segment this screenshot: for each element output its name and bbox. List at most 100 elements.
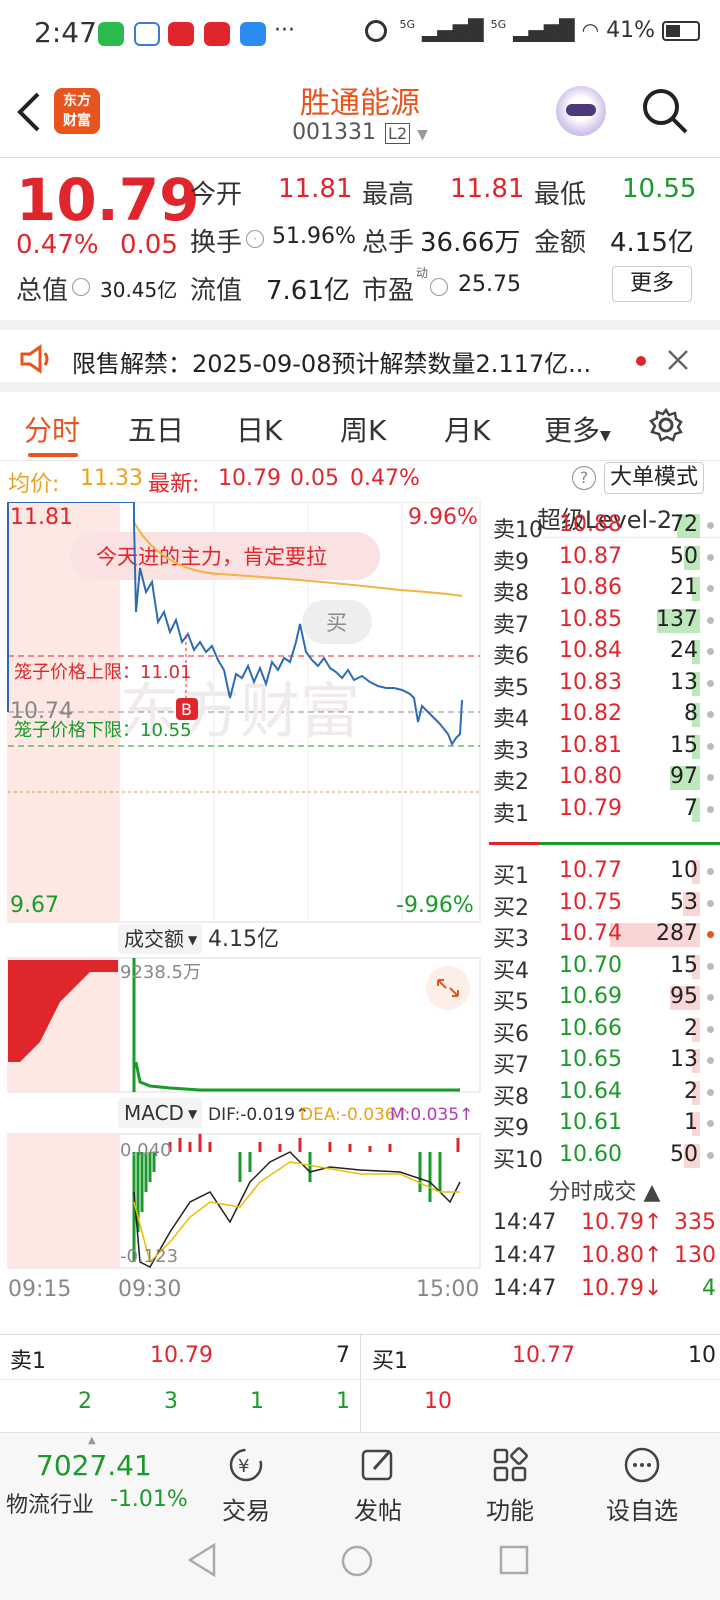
- bid-7-label: 买7: [493, 1053, 529, 1078]
- tab-monthly-k[interactable]: 月K: [444, 409, 490, 449]
- m-value: M:0.035↑: [390, 1105, 473, 1125]
- ask-7-price: 10.82: [559, 701, 622, 726]
- tab-daily-k[interactable]: 日K: [236, 409, 282, 449]
- tab-five-day[interactable]: 五日: [128, 409, 184, 449]
- ask-5-row[interactable]: 卖6 10.84 24: [489, 636, 720, 669]
- caret-up-icon: ▲: [643, 1180, 661, 1205]
- system-recents-icon[interactable]: [498, 1544, 530, 1576]
- search-icon[interactable]: [640, 86, 690, 136]
- volume-bars: [134, 1061, 460, 1092]
- bid-7-row[interactable]: 买7 10.65 13: [489, 1045, 720, 1078]
- latest-percent: 0.47%: [350, 466, 420, 491]
- ask-3-row[interactable]: 卖8 10.86 21: [489, 573, 720, 606]
- nav-trade[interactable]: ¥ 交易: [196, 1445, 296, 1526]
- bid-2-dot: [707, 899, 714, 907]
- bid-9-dot: [707, 1120, 714, 1127]
- bid-1-dot: [707, 868, 714, 875]
- bid-10-row[interactable]: 买10 10.60 50: [489, 1140, 720, 1173]
- top-price-label: 11.81: [10, 505, 73, 530]
- bid-1-row[interactable]: 买1 10.77 10: [489, 856, 720, 889]
- ask-4-dot: [707, 616, 714, 624]
- bid-1-volume: 10: [670, 858, 698, 883]
- buy1-price: 10.77: [512, 1343, 575, 1368]
- pe-label: 市盈: [362, 276, 415, 306]
- level2-orderbook[interactable]: 超级Level-2 卖10 10.88 72 卖9 10.87 50 卖8 10.86 21 卖7…: [489, 502, 720, 1322]
- macd-negative-bars: [132, 1152, 442, 1262]
- bid-5-dot: [707, 994, 714, 1001]
- ask-2-volume: 50: [670, 543, 698, 569]
- bottom-price-label: 9.67: [10, 893, 59, 918]
- ask-10-row[interactable]: 卖1 10.79 7: [489, 794, 720, 827]
- status-bar: 2:47 ··· 5G ▂▄▆█ 5G ▂▄▆█ ◠ 41%: [0, 0, 720, 66]
- alarm-icon: [364, 20, 387, 42]
- nav-add-watchlist[interactable]: 设自选: [592, 1445, 692, 1526]
- market-cap-value: 30.45亿: [100, 278, 178, 302]
- ticks-title-text: 分时成交: [548, 1180, 637, 1205]
- app-notification-icon-2: [204, 22, 230, 46]
- notice-bar[interactable]: 限售解禁：2025-09-08预计解禁数量2.117亿...: [0, 320, 720, 392]
- ask-6-row[interactable]: 卖5 10.83 13: [489, 668, 720, 701]
- robot-assistant-icon[interactable]: [556, 86, 606, 136]
- bid-4-row[interactable]: 买4 10.70 15: [489, 951, 720, 984]
- help-icon[interactable]: ?: [572, 466, 596, 490]
- bid-5-volume: 95: [670, 984, 698, 1009]
- big-order-mode-button[interactable]: 大单模式: [604, 462, 704, 494]
- ask-7-row[interactable]: 卖4 10.82 8: [489, 699, 720, 732]
- ask-9-row[interactable]: 卖2 10.80 97: [489, 762, 720, 795]
- buy-queue-1: 10: [424, 1389, 452, 1414]
- stock-code-row[interactable]: 001331 L2 ▼: [0, 120, 720, 145]
- trade-icon: ¥: [229, 1448, 263, 1482]
- system-back-icon[interactable]: [186, 1542, 218, 1578]
- ask-7-volume: 8: [684, 701, 698, 726]
- sector-index[interactable]: ▲ 7027.41 物流行业 -1.01%: [6, 1435, 196, 1519]
- ask-4-row[interactable]: 卖7 10.85 137: [489, 605, 720, 638]
- expand-icon[interactable]: [426, 966, 470, 1010]
- volume-caret-icon: ▼: [188, 933, 198, 947]
- ask-3-label: 卖8: [493, 581, 529, 606]
- nav-function[interactable]: 功能: [460, 1445, 560, 1526]
- bid-6-label: 买6: [493, 1021, 529, 1047]
- dif-line: [133, 1151, 461, 1268]
- macd-top-label: 0.040: [120, 1140, 172, 1161]
- nav-add-watchlist-label: 设自选: [606, 1497, 678, 1525]
- settings-gear-icon[interactable]: [648, 407, 684, 443]
- intraday-chart[interactable]: 东方财富 今天进的主力，肯定要拉 买 B 11.81 9.96% 10.74 笼…: [0, 502, 486, 1332]
- ask-9-volume: 97: [670, 764, 698, 789]
- info-icon[interactable]: ·: [246, 230, 264, 248]
- bid-8-row[interactable]: 买8 10.64 2: [489, 1077, 720, 1110]
- tab-intraday[interactable]: 分时: [24, 409, 80, 449]
- nav-post[interactable]: 发帖: [328, 1445, 428, 1526]
- ask-6-price: 10.83: [559, 669, 622, 695]
- tick-price: 10.80↑: [581, 1243, 663, 1268]
- sell1-label: 卖1: [10, 1349, 46, 1374]
- bid-6-row[interactable]: 买6 10.66 2: [489, 1014, 720, 1047]
- sell1-price: 10.79: [150, 1343, 213, 1368]
- more-button[interactable]: 更多: [612, 266, 692, 302]
- bid-5-row[interactable]: 买5 10.69 95: [489, 982, 720, 1015]
- close-icon[interactable]: [666, 348, 690, 372]
- bid-9-price: 10.61: [559, 1110, 622, 1135]
- bid-9-row[interactable]: 买9 10.61 1: [489, 1108, 720, 1141]
- ask-2-row[interactable]: 卖9 10.87 50: [489, 542, 720, 575]
- bid-2-row[interactable]: 买2 10.75 53: [489, 888, 720, 921]
- bid-7-price: 10.65: [559, 1047, 622, 1072]
- bid-8-volume: 2: [684, 1078, 698, 1104]
- info-icon-2[interactable]: [72, 278, 90, 296]
- ask-7-dot: [707, 711, 714, 718]
- low-value: 10.55: [622, 174, 697, 204]
- sell1-volume: 7: [336, 1343, 350, 1368]
- bid-3-row[interactable]: 买3 10.74 287: [489, 919, 720, 952]
- tick-volume: 4: [702, 1276, 716, 1301]
- ask-8-row[interactable]: 卖3 10.81 15: [489, 731, 720, 764]
- system-home-icon[interactable]: [340, 1544, 374, 1578]
- tab-weekly-k[interactable]: 周K: [340, 409, 386, 449]
- high-value: 11.81: [450, 174, 525, 204]
- pe-value: 25.75: [458, 272, 521, 297]
- ticks-title[interactable]: 分时成交 ▲: [489, 1174, 720, 1206]
- ask-1-row[interactable]: 卖10 10.88 72: [489, 510, 720, 543]
- info-icon-3[interactable]: [430, 278, 448, 296]
- stock-name[interactable]: 胜通能源: [0, 78, 720, 122]
- buy-badge-text: 买: [326, 611, 347, 635]
- tab-more[interactable]: 更多▼: [544, 409, 611, 449]
- spread-divider-green: [539, 842, 720, 845]
